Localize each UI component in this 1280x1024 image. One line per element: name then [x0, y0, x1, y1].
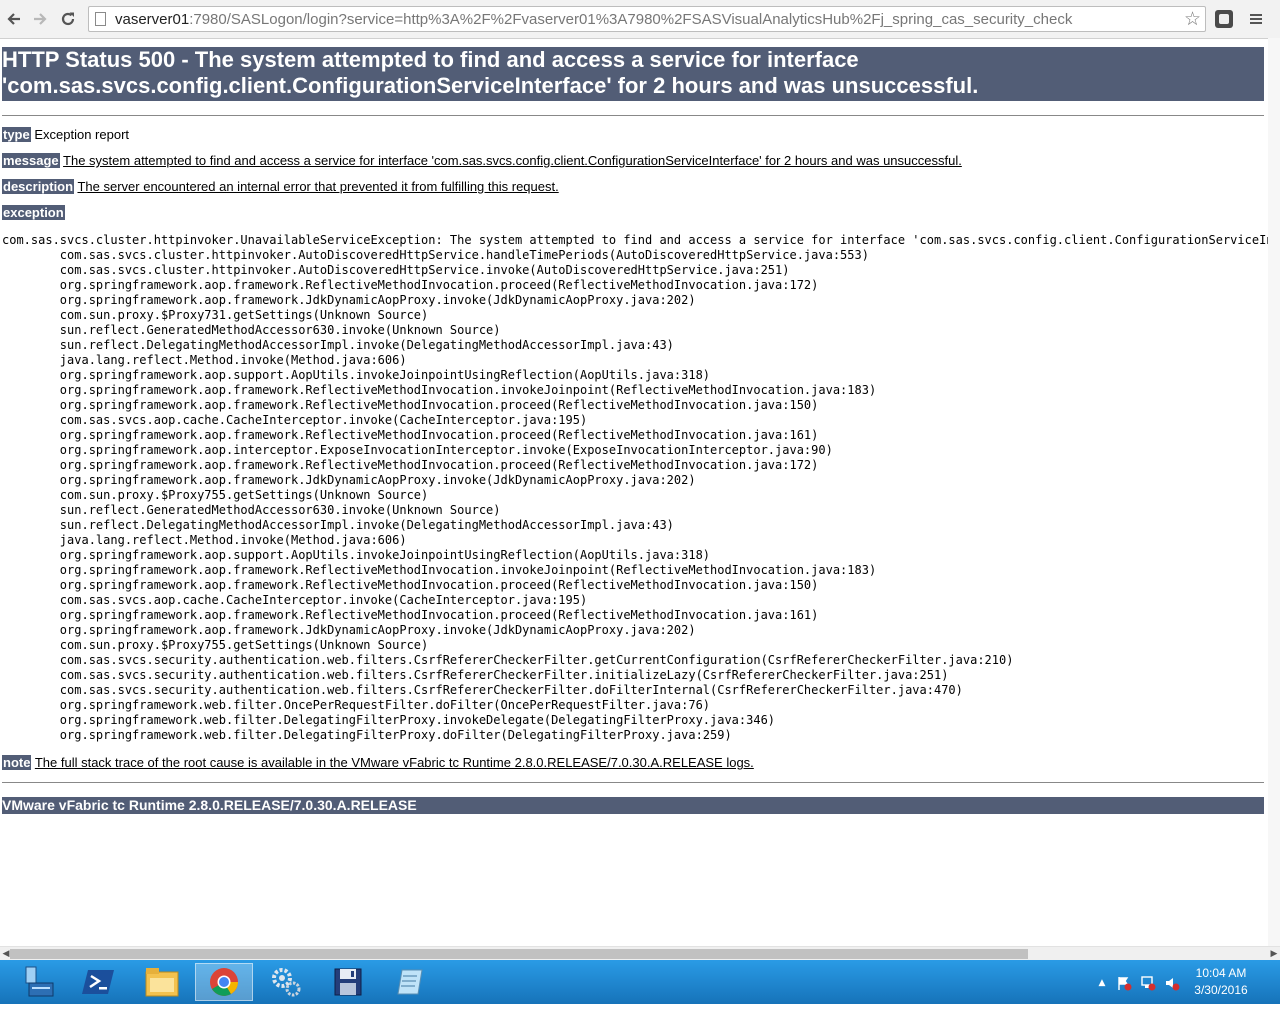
- url-host: vaserver01: [115, 11, 190, 28]
- taskbar: ▲ 10:04 AM 3/30/2016: [0, 960, 1280, 1004]
- message-label: message: [2, 153, 60, 168]
- trace-line: com.sas.svcs.cluster.httpinvoker.AutoDis…: [2, 248, 869, 262]
- description-value: The server encountered an internal error…: [77, 179, 559, 194]
- trace-line: java.lang.reflect.Method.invoke(Method.j…: [2, 353, 407, 367]
- trace-line: org.springframework.aop.framework.Reflec…: [2, 578, 819, 592]
- forward-arrow-icon[interactable]: [29, 8, 51, 30]
- trace-line: org.springframework.web.filter.OncePerRe…: [2, 698, 711, 712]
- message-value: The system attempted to find and access …: [63, 153, 962, 168]
- exception-label: exception: [2, 205, 65, 220]
- reload-icon[interactable]: [57, 8, 79, 30]
- floppy-save-icon[interactable]: [319, 963, 377, 1001]
- note-row: note The full stack trace of the root ca…: [2, 755, 754, 770]
- trace-line: com.sas.svcs.cluster.httpinvoker.AutoDis…: [2, 263, 790, 277]
- description-label: description: [2, 179, 75, 194]
- trace-line: sun.reflect.GeneratedMethodAccessor630.i…: [2, 503, 501, 517]
- stack-trace: com.sas.svcs.cluster.httpinvoker.Unavail…: [2, 233, 1268, 743]
- trace-line: org.springframework.aop.interceptor.Expo…: [2, 443, 833, 457]
- server-manager-icon[interactable]: [10, 963, 68, 1001]
- file-explorer-icon[interactable]: [133, 963, 191, 1001]
- trace-line: com.sun.proxy.$Proxy755.getSettings(Unkn…: [2, 488, 429, 502]
- trace-line: java.lang.reflect.Method.invoke(Method.j…: [2, 533, 407, 547]
- scroll-right-icon[interactable]: ▶: [1268, 947, 1280, 961]
- system-clock[interactable]: 10:04 AM 3/30/2016: [1190, 965, 1252, 999]
- browser-toolbar: vaserver01:7980/SASLogon/login?service=h…: [0, 0, 1280, 39]
- trace-line: org.springframework.aop.framework.JdkDyn…: [2, 623, 696, 637]
- menu-icon[interactable]: [1245, 8, 1267, 30]
- error-title-line1: HTTP Status 500 - The system attempted t…: [2, 47, 859, 72]
- flag-alert-icon[interactable]: [1116, 975, 1132, 991]
- divider: [2, 782, 1264, 783]
- trace-line: com.sas.svcs.security.authentication.web…: [2, 668, 949, 682]
- extension-icon[interactable]: [1213, 8, 1235, 30]
- clock-time: 10:04 AM: [1195, 966, 1247, 980]
- type-value: Exception report: [34, 127, 130, 142]
- note-value: The full stack trace of the root cause i…: [34, 755, 754, 770]
- trace-line: org.springframework.aop.framework.JdkDyn…: [2, 293, 696, 307]
- divider: [2, 115, 1264, 116]
- error-title-line2: 'com.sas.svcs.config.client.Configuratio…: [2, 73, 979, 98]
- message-row: message The system attempted to find and…: [2, 153, 962, 168]
- powershell-icon[interactable]: [70, 963, 128, 1001]
- trace-line: com.sas.svcs.aop.cache.CacheInterceptor.…: [2, 413, 588, 427]
- clock-date: 3/30/2016: [1194, 983, 1248, 997]
- trace-line: sun.reflect.GeneratedMethodAccessor630.i…: [2, 323, 501, 337]
- note-label: note: [2, 755, 32, 770]
- trace-line: org.springframework.aop.framework.Reflec…: [2, 278, 819, 292]
- screen-bottom-edge: [0, 1004, 1280, 1024]
- network-alert-icon[interactable]: [1140, 975, 1156, 991]
- trace-line: com.sun.proxy.$Proxy731.getSettings(Unkn…: [2, 308, 429, 322]
- trace-line: org.springframework.aop.framework.Reflec…: [2, 458, 819, 472]
- trace-line: org.springframework.aop.framework.Reflec…: [2, 428, 819, 442]
- scrollbar-thumb[interactable]: [10, 949, 1028, 959]
- notepad-icon[interactable]: [381, 963, 439, 1001]
- url-path: :7980/SASLogon/login?service=http%3A%2F%…: [189, 11, 1073, 28]
- trace-line: com.sas.svcs.aop.cache.CacheInterceptor.…: [2, 593, 588, 607]
- trace-line: org.springframework.aop.framework.Reflec…: [2, 383, 877, 397]
- trace-line: org.springframework.web.filter.Delegatin…: [2, 728, 732, 742]
- trace-head: com.sas.svcs.cluster.httpinvoker.Unavail…: [2, 233, 1268, 247]
- address-bar[interactable]: vaserver01:7980/SASLogon/login?service=h…: [88, 6, 1206, 32]
- error-title: HTTP Status 500 - The system attempted t…: [2, 47, 1264, 101]
- trace-line: org.springframework.aop.framework.JdkDyn…: [2, 473, 696, 487]
- server-footer: VMware vFabric tc Runtime 2.8.0.RELEASE/…: [2, 797, 1264, 814]
- trace-line: org.springframework.aop.support.AopUtils…: [2, 548, 711, 562]
- trace-line: org.springframework.aop.framework.Reflec…: [2, 563, 877, 577]
- trace-line: org.springframework.web.filter.Delegatin…: [2, 713, 776, 727]
- horizontal-scrollbar[interactable]: ◀ ▶: [0, 946, 1280, 961]
- show-hidden-icons-arrow[interactable]: ▲: [1094, 975, 1110, 991]
- trace-line: org.springframework.aop.framework.Reflec…: [2, 398, 819, 412]
- trace-line: org.springframework.aop.support.AopUtils…: [2, 368, 711, 382]
- trace-line: com.sas.svcs.security.authentication.web…: [2, 653, 1014, 667]
- back-arrow-icon[interactable]: [3, 8, 25, 30]
- exception-row: exception: [2, 205, 65, 220]
- bookmark-star-icon[interactable]: ☆: [1184, 8, 1201, 30]
- volume-muted-icon[interactable]: [1164, 975, 1180, 991]
- trace-line: sun.reflect.DelegatingMethodAccessorImpl…: [2, 338, 674, 352]
- type-row: type Exception report: [2, 127, 129, 142]
- vertical-scrollbar-track[interactable]: [1268, 38, 1280, 946]
- page-icon: [95, 12, 106, 26]
- settings-gears-icon[interactable]: [257, 963, 315, 1001]
- trace-line: com.sas.svcs.security.authentication.web…: [2, 683, 963, 697]
- chrome-icon[interactable]: [195, 963, 253, 1001]
- trace-line: org.springframework.aop.framework.Reflec…: [2, 608, 819, 622]
- type-label: type: [2, 127, 31, 142]
- trace-line: com.sun.proxy.$Proxy755.getSettings(Unkn…: [2, 638, 429, 652]
- page-content: HTTP Status 500 - The system attempted t…: [0, 38, 1268, 946]
- description-row: description The server encountered an in…: [2, 179, 559, 194]
- url-text[interactable]: vaserver01:7980/SASLogon/login?service=h…: [115, 11, 1072, 28]
- trace-line: sun.reflect.DelegatingMethodAccessorImpl…: [2, 518, 674, 532]
